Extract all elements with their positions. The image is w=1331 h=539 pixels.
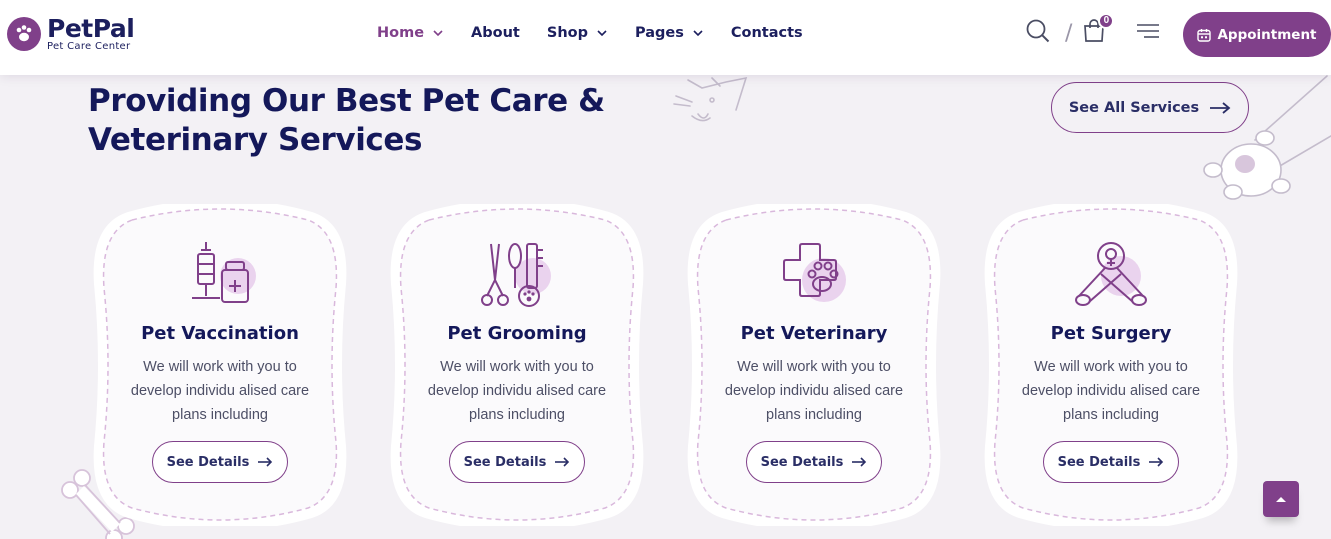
menu-icon[interactable]	[1136, 22, 1160, 45]
see-details-label: See Details	[166, 454, 250, 470]
see-details-button[interactable]: See Details	[746, 441, 882, 483]
nav-item-contacts[interactable]: Contacts	[731, 25, 803, 41]
service-card-veterinary: Pet Veterinary We will work with you to …	[682, 204, 946, 526]
site-header: PetPal Pet Care Center Home About Shop P…	[0, 0, 1331, 75]
chevron-down-icon	[433, 30, 443, 37]
service-card-grooming: Pet Grooming We will work with you to de…	[385, 204, 649, 526]
grooming-icon	[481, 243, 551, 307]
appointment-button[interactable]: Appointment	[1183, 12, 1331, 57]
card-title: Pet Veterinary	[740, 323, 888, 344]
nav-item-label: Contacts	[730, 25, 803, 41]
header-divider: /	[1065, 20, 1073, 46]
arrow-right-icon	[555, 457, 570, 467]
arrow-right-icon	[258, 457, 273, 467]
see-details-button[interactable]: See Details	[449, 441, 585, 483]
arrow-right-icon	[852, 457, 867, 467]
arrow-right-icon	[1210, 101, 1231, 114]
nav-item-home[interactable]: Home	[377, 25, 444, 41]
card-description: We will work with you to develop individ…	[130, 359, 310, 423]
nav-item-about[interactable]: About	[471, 25, 520, 41]
nav-item-label: Shop	[546, 25, 588, 41]
brand-tagline: Pet Care Center	[47, 41, 131, 52]
cart-count-badge: 0	[1098, 12, 1115, 29]
section-title: Providing Our Best Pet Care & Veterinary…	[88, 83, 605, 158]
see-all-services-button[interactable]: See All Services	[1051, 82, 1249, 133]
card-title: Pet Grooming	[447, 323, 587, 344]
see-details-label: See Details	[463, 454, 547, 470]
nav-item-pages[interactable]: Pages	[635, 25, 704, 41]
nav-item-label: About	[471, 25, 520, 41]
vaccine-icon	[192, 242, 256, 303]
chevron-down-icon	[597, 30, 607, 37]
appointment-label: Appointment	[1217, 26, 1317, 43]
header-actions: / 0	[1025, 12, 1160, 49]
cart-button[interactable]: 0	[1082, 12, 1115, 49]
chevron-up-icon	[1276, 497, 1286, 502]
card-description: We will work with you to develop individ…	[427, 359, 607, 423]
card-title: Pet Surgery	[1050, 323, 1172, 344]
service-card-vaccination: Pet Vaccination We will work with you to…	[88, 204, 352, 526]
card-description: We will work with you to develop individ…	[724, 359, 904, 423]
service-card-surgery: Pet Surgery We will work with you to dev…	[979, 204, 1243, 526]
scroll-to-top-button[interactable]	[1263, 481, 1299, 517]
see-details-label: See Details	[1057, 454, 1141, 470]
chevron-down-icon	[693, 30, 703, 37]
cat-outline-decoration	[673, 76, 748, 122]
surgery-icon	[1075, 242, 1147, 306]
card-description: We will work with you to develop individ…	[1021, 359, 1201, 423]
nav-item-shop[interactable]: Shop	[547, 25, 608, 41]
see-all-label: See All Services	[1068, 99, 1200, 116]
see-details-button[interactable]: See Details	[152, 441, 288, 483]
see-details-label: See Details	[760, 454, 844, 470]
calendar-icon	[1197, 28, 1212, 42]
logo[interactable]: PetPal Pet Care Center	[7, 14, 135, 52]
arrow-right-icon	[1149, 457, 1164, 467]
nav-item-label: Home	[377, 25, 425, 41]
search-icon[interactable]	[1025, 18, 1051, 49]
veterinary-icon	[783, 243, 846, 302]
card-title: Pet Vaccination	[141, 323, 299, 344]
brand-name: PetPal	[47, 14, 135, 43]
see-details-button[interactable]: See Details	[1043, 441, 1179, 483]
paw-logo-icon	[7, 17, 41, 51]
nav-item-label: Pages	[634, 25, 684, 41]
main-nav: Home About Shop Pages Contacts	[377, 22, 830, 44]
